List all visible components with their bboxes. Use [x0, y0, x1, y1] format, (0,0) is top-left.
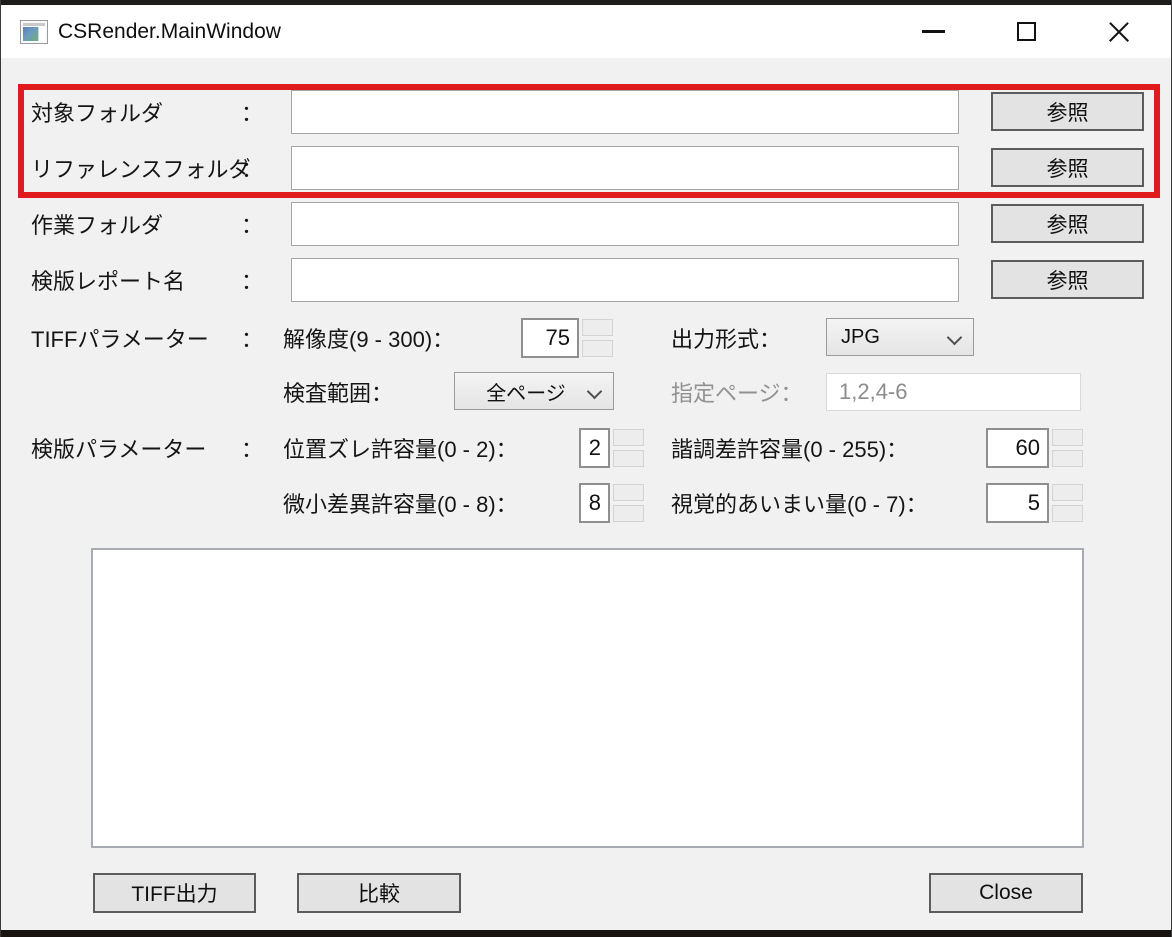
visual-fuzz-input[interactable]	[986, 483, 1049, 523]
reference-folder-colon: ：	[241, 152, 263, 184]
work-folder-browse-button[interactable]: 参照	[991, 204, 1144, 243]
row-work-folder: 作業フォルダ ： 参照	[1, 202, 1171, 246]
tiff-output-button[interactable]: TIFF出力	[93, 873, 256, 913]
work-folder-input[interactable]	[291, 202, 959, 246]
app-icon-image	[23, 27, 38, 41]
compare-button[interactable]: 比較	[297, 873, 461, 913]
scan-range-value: 全ページ	[476, 377, 592, 406]
target-folder-browse-button[interactable]: 参照	[991, 92, 1144, 131]
visual-down-button[interactable]	[1052, 505, 1083, 522]
close-button[interactable]: Close	[929, 873, 1083, 913]
row-tiff-params-1: TIFFパラメーター ： 解像度(9 - 300)： 出力形式： JPG	[1, 318, 1171, 358]
position-tolerance-spinner	[613, 429, 644, 467]
target-folder-colon: ：	[241, 96, 263, 128]
row-kenpan-params-1: 検版パラメーター ： 位置ズレ許容量(0 - 2)： 諧調差許容量(0 - 25…	[1, 428, 1171, 468]
resolution-input[interactable]	[521, 318, 579, 358]
minimize-button[interactable]	[903, 5, 963, 58]
reference-folder-browse-button[interactable]: 参照	[991, 148, 1144, 187]
work-folder-label: 作業フォルダ	[31, 208, 163, 240]
log-output-area[interactable]	[91, 548, 1084, 848]
work-folder-colon: ：	[241, 208, 263, 240]
chevron-down-icon	[947, 330, 963, 346]
row-tiff-params-2: 検査範囲： 全ページ 指定ページ：	[1, 372, 1171, 412]
micro-diff-label: 微小差異許容量(0 - 8)：	[283, 487, 518, 519]
visual-up-button[interactable]	[1052, 484, 1083, 501]
maximize-icon	[1017, 22, 1036, 41]
window-title: CSRender.MainWindow	[58, 5, 281, 58]
scan-range-select[interactable]: 全ページ	[454, 372, 614, 410]
output-format-select[interactable]: JPG	[826, 318, 974, 356]
minimize-icon	[922, 30, 945, 33]
app-icon	[20, 20, 48, 44]
reference-folder-input[interactable]	[291, 146, 959, 190]
tone-tolerance-input[interactable]	[986, 428, 1049, 468]
maximize-button[interactable]	[996, 5, 1056, 58]
output-format-label: 出力形式：	[671, 322, 781, 354]
micro-up-button[interactable]	[613, 484, 644, 501]
position-up-button[interactable]	[613, 429, 644, 446]
tiff-section-colon: ：	[241, 322, 263, 354]
tiff-section-label: TIFFパラメーター	[31, 322, 209, 354]
micro-down-button[interactable]	[613, 505, 644, 522]
kenpan-section-label: 検版パラメーター	[31, 432, 206, 464]
report-name-colon: ：	[241, 264, 263, 296]
tone-up-button[interactable]	[1052, 429, 1083, 446]
tone-tolerance-spinner	[1052, 429, 1083, 467]
main-window: CSRender.MainWindow 対象フォルダ ： 参照 リファレンスフォ…	[0, 0, 1172, 937]
desktop-edge-bottom	[1, 930, 1171, 937]
resolution-label: 解像度(9 - 300)：	[283, 322, 454, 354]
report-name-input[interactable]	[291, 258, 959, 302]
micro-diff-input[interactable]	[579, 483, 610, 523]
title-bar: CSRender.MainWindow	[1, 5, 1171, 58]
report-name-label: 検版レポート名	[31, 264, 185, 296]
row-reference-folder: リファレンスフォルダ ： 参照	[1, 146, 1171, 190]
row-kenpan-params-2: 微小差異許容量(0 - 8)： 視覚的あいまい量(0 - 7)：	[1, 483, 1171, 523]
app-icon-titlebar	[23, 23, 45, 26]
target-folder-label: 対象フォルダ	[31, 96, 163, 128]
position-tolerance-input[interactable]	[579, 428, 610, 468]
resolution-down-button[interactable]	[582, 340, 613, 357]
position-down-button[interactable]	[613, 450, 644, 467]
row-target-folder: 対象フォルダ ： 参照	[1, 90, 1171, 134]
scan-range-label: 検査範囲：	[283, 376, 393, 408]
kenpan-section-colon: ：	[241, 432, 263, 464]
close-icon	[1106, 19, 1132, 45]
close-window-button[interactable]	[1089, 5, 1149, 58]
resolution-spinner	[582, 319, 613, 357]
row-report-name: 検版レポート名 ： 参照	[1, 258, 1171, 302]
visual-fuzz-spinner	[1052, 484, 1083, 522]
micro-diff-spinner	[613, 484, 644, 522]
tone-tolerance-label: 諧調差許容量(0 - 255)：	[671, 432, 908, 464]
position-tolerance-label: 位置ズレ許容量(0 - 2)：	[283, 432, 518, 464]
page-spec-input[interactable]	[826, 373, 1081, 411]
target-folder-input[interactable]	[291, 90, 959, 134]
visual-fuzz-label: 視覚的あいまい量(0 - 7)：	[671, 487, 928, 519]
tone-down-button[interactable]	[1052, 450, 1083, 467]
page-spec-label: 指定ページ：	[671, 376, 803, 408]
resolution-up-button[interactable]	[582, 319, 613, 336]
report-name-browse-button[interactable]: 参照	[991, 260, 1144, 299]
app-icon-panel	[38, 27, 45, 41]
output-format-value: JPG	[827, 326, 880, 349]
reference-folder-label: リファレンスフォルダ	[31, 152, 251, 184]
